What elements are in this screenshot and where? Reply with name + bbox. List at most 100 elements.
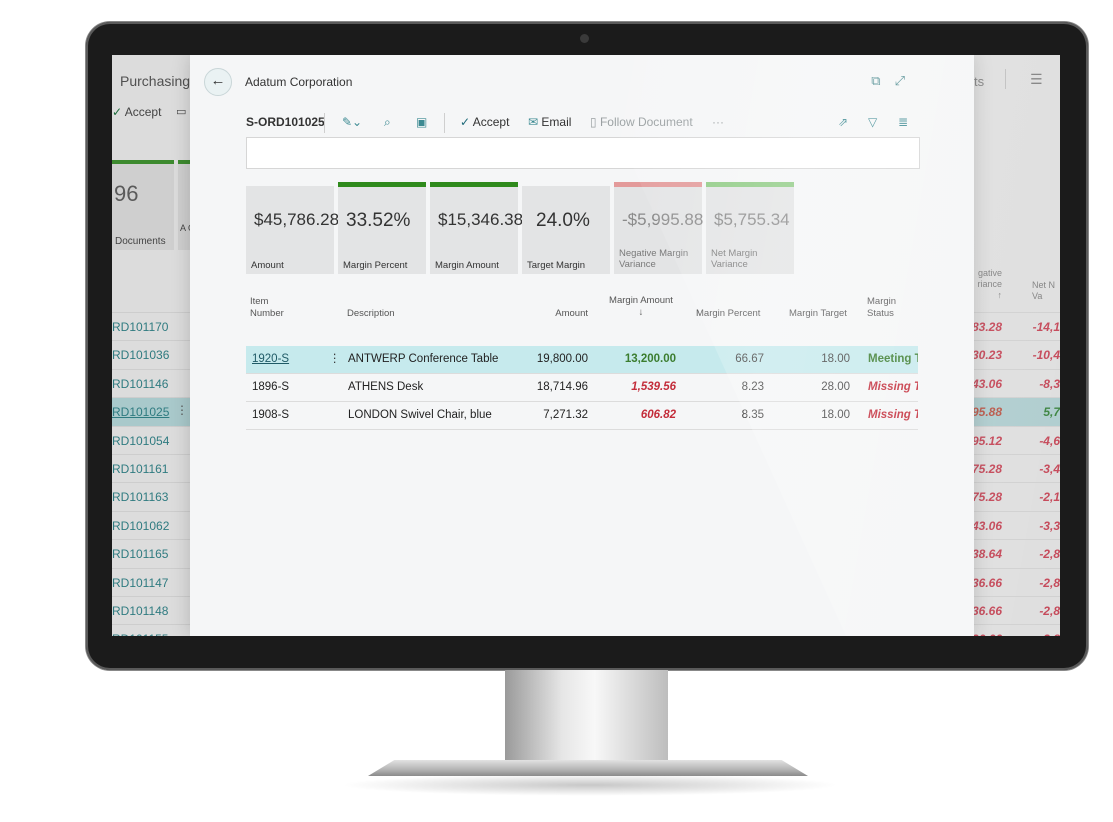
- net-variance-value: -2,8: [1039, 632, 1060, 636]
- row-menu-icon[interactable]: ⋮: [176, 403, 188, 417]
- edit-actions-icon[interactable]: ✎⌄: [342, 115, 362, 129]
- net-variance-value: -10,4: [1032, 348, 1060, 363]
- email-button[interactable]: ✉ Email: [528, 115, 571, 129]
- item-number[interactable]: 1896-S: [252, 381, 289, 393]
- search-icon[interactable]: ⌕: [384, 115, 391, 130]
- row-menu-icon[interactable]: ⋮: [329, 351, 341, 365]
- kpi-tile-target-margin[interactable]: 24.0% Target Margin: [522, 186, 610, 274]
- column-header-margin-status[interactable]: Margin Status: [867, 296, 907, 320]
- line-margin-status: Missing Ta: [868, 409, 918, 421]
- kpi-label: Net Margin Variance: [711, 248, 758, 270]
- bg-tile-value: 96: [114, 181, 139, 206]
- line-margin-status: Meeting T: [868, 353, 918, 365]
- negative-variance-value: 36.66: [971, 603, 1002, 618]
- column-header-item-number[interactable]: Item Number: [250, 296, 300, 320]
- kpi-tile-negative-margin-variance[interactable]: -$5,995.88 Negative Margin Variance: [614, 182, 704, 274]
- check-icon: ✓: [460, 115, 471, 129]
- bg-accept-action[interactable]: ✓ Accept: [112, 105, 161, 119]
- order-number-link[interactable]: RD101161: [112, 462, 168, 476]
- back-arrow-icon[interactable]: ←: [204, 68, 232, 96]
- kpi-tile-margin-percent[interactable]: 33.52% Margin Percent: [338, 182, 426, 274]
- order-number-link[interactable]: RD101155: [112, 632, 168, 636]
- negative-variance-value: 36.66: [971, 575, 1002, 590]
- net-variance-value: -2,8: [1039, 603, 1060, 618]
- net-variance-value: -3,3: [1039, 518, 1060, 533]
- email-icon: ✉: [528, 115, 539, 129]
- hamburger-menu-icon[interactable]: ☰: [1030, 71, 1043, 88]
- list-view-icon[interactable]: ≣: [898, 115, 908, 129]
- net-variance-value: -8,3: [1039, 376, 1060, 391]
- action-toolbar: S-ORD101025 ✎⌄ ⌕ ▣ ✓ Accept ✉ Email ▯ Fo…: [246, 113, 918, 135]
- line-amount: 18,714.96: [536, 381, 588, 393]
- line-amount: 7,271.32: [543, 409, 588, 421]
- column-header-negative-variance[interactable]: gative riance ↑: [972, 268, 1002, 301]
- window-controls: ⧉⤢: [871, 73, 919, 89]
- negative-variance-value: 38.64: [971, 547, 1002, 562]
- email-icon[interactable]: ▭: [176, 105, 186, 118]
- line-description: ATHENS Desk: [348, 381, 424, 393]
- status-bar: [614, 182, 702, 187]
- expand-icon[interactable]: ⤢: [895, 73, 919, 88]
- order-number-link[interactable]: RD101147: [112, 576, 168, 590]
- share-icon[interactable]: ⇗: [838, 115, 848, 129]
- bg-nav-item[interactable]: ts: [974, 74, 984, 89]
- kpi-value: -$5,995.88: [622, 210, 704, 229]
- kpi-label: Margin Amount: [435, 260, 499, 271]
- document-number: S-ORD101025: [246, 115, 325, 129]
- kpi-tile-net-margin-variance[interactable]: $5,755.34 Net Margin Variance: [706, 182, 794, 274]
- open-in-new-window-icon[interactable]: ⧉: [871, 73, 894, 88]
- line-margin-target: 18.00: [821, 409, 850, 421]
- order-number-link[interactable]: RD101036: [112, 348, 169, 362]
- column-header-description[interactable]: Description: [347, 308, 395, 320]
- item-number[interactable]: 1908-S: [252, 409, 289, 421]
- item-number-link[interactable]: 1920-S: [252, 353, 289, 365]
- order-number-link[interactable]: RD101054: [112, 434, 169, 448]
- search-input[interactable]: [246, 137, 920, 169]
- negative-variance-value: 36.66: [972, 632, 1002, 636]
- negative-variance-value: 43.06: [971, 376, 1002, 391]
- order-number-link[interactable]: RD101062: [112, 519, 169, 533]
- kpi-value: $15,346.38: [438, 210, 524, 229]
- column-header-net-variance[interactable]: Net N Va: [1032, 280, 1060, 302]
- table-row[interactable]: 1896-S ATHENS Desk 18,714.96 1,539.56 8.…: [246, 374, 918, 401]
- order-number-link[interactable]: RD101025: [112, 405, 169, 419]
- kpi-value: 33.52%: [346, 210, 411, 231]
- order-number-link[interactable]: RD101163: [112, 490, 168, 504]
- save-icon[interactable]: ▣: [416, 115, 427, 129]
- follow-document-button[interactable]: ▯ Follow Document: [590, 115, 693, 129]
- negative-variance-value: 95.12: [971, 433, 1002, 448]
- toolbar-divider: [324, 113, 325, 133]
- line-margin-status: Missing Ta: [868, 381, 918, 393]
- order-number-link[interactable]: RD101148: [112, 604, 168, 618]
- line-description: ANTWERP Conference Table: [348, 353, 499, 365]
- line-margin-percent: 66.67: [735, 353, 764, 365]
- column-header-margin-target[interactable]: Margin Target: [789, 308, 847, 320]
- check-icon: ✓: [112, 105, 123, 119]
- column-header-margin-percent[interactable]: Margin Percent: [696, 308, 760, 320]
- negative-variance-value: 43.06: [971, 518, 1002, 533]
- webcam: [580, 34, 589, 43]
- order-number-link[interactable]: RD101165: [112, 547, 168, 561]
- kpi-tile-margin-amount[interactable]: $15,346.38 Margin Amount: [430, 182, 523, 274]
- column-header-amount[interactable]: Amount: [552, 308, 588, 320]
- kpi-label: Amount: [251, 260, 284, 271]
- table-row[interactable]: 1908-S LONDON Swivel Chair, blue 7,271.3…: [246, 402, 918, 429]
- more-actions-button[interactable]: ···: [712, 115, 724, 129]
- bg-tile-label: Documents: [115, 236, 166, 247]
- table-row[interactable]: 1920-S ⋮ ANTWERP Conference Table 19,800…: [246, 346, 918, 373]
- negative-variance-value: 95.88: [971, 405, 1002, 420]
- kpi-label: Target Margin: [527, 260, 586, 271]
- sales-order-dialog: ← Adatum Corporation ⧉⤢ S-ORD101025 ✎⌄ ⌕…: [190, 55, 974, 636]
- company-name: Adatum Corporation: [245, 75, 353, 89]
- column-header-margin-amount[interactable]: Margin Amount ↓: [606, 295, 676, 319]
- divider: [1005, 69, 1006, 89]
- net-variance-value: -14,1: [1032, 320, 1060, 334]
- order-number-link[interactable]: RD101170: [112, 320, 168, 334]
- accept-button[interactable]: ✓ Accept: [460, 115, 509, 129]
- kpi-tile-amount[interactable]: $45,786.28 Amount: [246, 186, 339, 274]
- monitor-stand-base: [368, 760, 808, 776]
- filter-icon[interactable]: ▽: [868, 115, 877, 129]
- sort-descending-icon: ↓: [638, 307, 644, 318]
- line-margin-amount: 13,200.00: [624, 353, 676, 365]
- order-number-link[interactable]: RD101146: [112, 377, 168, 391]
